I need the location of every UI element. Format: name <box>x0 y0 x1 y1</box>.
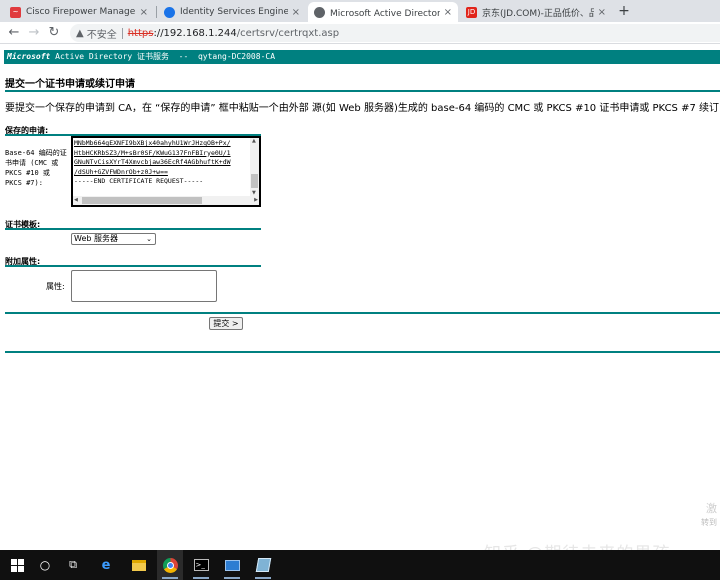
edge-icon: e <box>101 557 111 573</box>
taskbar-edge[interactable]: e <box>93 550 119 580</box>
intro-text: 要提交一个保存的申请到 CA，在 “保存的申请” 框中粘贴一个由外部 源(如 W… <box>5 103 720 114</box>
divider <box>5 228 261 230</box>
scrollbar-thumb[interactable] <box>82 197 202 204</box>
page-title: 提交一个证书申请或续订申请 <box>5 79 135 90</box>
task-view-icon: ⧉ <box>69 558 77 571</box>
scrollbar-thumb[interactable] <box>251 174 258 188</box>
tab-separator <box>156 6 157 18</box>
windows-icon <box>10 558 24 572</box>
start-button[interactable] <box>4 550 30 580</box>
jd-icon: JD <box>466 6 477 18</box>
taskbar-notepad[interactable] <box>250 550 276 580</box>
template-select[interactable]: Web 服务器 ⌄ <box>71 233 156 245</box>
taskbar-terminal[interactable]: >_ <box>188 550 214 580</box>
url-path: /certsrv/certrqxt.asp <box>236 27 340 39</box>
scroll-up-icon[interactable]: ▲ <box>252 138 256 144</box>
tab-label: Microsoft Active Directory 证书 <box>330 8 440 19</box>
back-button[interactable]: ← <box>6 25 22 41</box>
divider <box>5 265 261 267</box>
taskbar-remote-desktop[interactable] <box>219 550 245 580</box>
csr-text: MNbMb664gEXNFI9bXBjx40ahyhU1WrJHzqOB+Px/… <box>74 139 250 187</box>
chrome-icon <box>162 557 178 573</box>
tab-jd[interactable]: JD 京东(JD.COM)-正品低价、品质保障 × <box>460 2 612 22</box>
insecure-label: 不安全 <box>86 29 117 41</box>
attributes-field-label: 属性: <box>46 282 65 291</box>
submit-button[interactable]: 提交 > <box>209 317 243 330</box>
banner-brand: Microsoft <box>7 52 51 61</box>
cisco-icon: ~ <box>10 6 21 18</box>
scroll-left-icon[interactable]: ◀ <box>74 197 78 203</box>
scroll-right-icon[interactable]: ▶ <box>254 197 258 203</box>
close-icon[interactable]: × <box>140 7 148 18</box>
page-content: Microsoft Active Directory 证书服务 -- qytan… <box>0 45 720 550</box>
address-bar[interactable]: ▲ 不安全 https ://192.168.1.244 /certsrv/ce… <box>70 24 720 42</box>
banner-text: Active Directory 证书服务 -- qytang-DC2008-C… <box>50 52 276 61</box>
close-icon[interactable]: × <box>292 7 300 18</box>
attributes-textarea[interactable] <box>71 270 217 302</box>
chevron-down-icon: ⌄ <box>146 235 152 243</box>
tab-cisco-firepower[interactable]: ~ Cisco Firepower Management × <box>4 2 154 22</box>
task-view-button[interactable]: ⧉ <box>60 550 86 580</box>
file-explorer-icon <box>132 559 146 571</box>
browser-tab-strip: ~ Cisco Firepower Management × Identity … <box>0 0 720 22</box>
divider <box>5 351 720 353</box>
watermark: 知乎 @期待未来的男孩 <box>484 539 670 550</box>
search-icon: ○ <box>39 558 51 572</box>
csr-line: /dSUh+GZVFWDnrOb+z0J+w== <box>74 167 168 176</box>
close-icon[interactable]: × <box>444 7 452 18</box>
tab-identity-services[interactable]: Identity Services Engine × <box>158 2 306 22</box>
activation-subtext: 转到 <box>701 518 717 527</box>
globe-icon <box>164 6 175 18</box>
forward-button[interactable]: → <box>26 25 42 41</box>
taskbar: ○ ⧉ e >_ <box>0 550 720 580</box>
arrow-left-icon: ← <box>8 25 20 40</box>
saved-request-field-label: Base-64 编码的证书申请 (CMC 或 PKCS #10 或 PKCS #… <box>5 149 67 187</box>
reload-icon: ↻ <box>48 25 60 40</box>
new-tab-button[interactable]: + <box>616 3 632 19</box>
csr-line: -----END CERTIFICATE REQUEST----- <box>74 177 204 185</box>
warning-icon: ▲ <box>76 27 84 39</box>
taskbar-file-explorer[interactable] <box>126 550 152 580</box>
reload-button[interactable]: ↻ <box>46 25 62 41</box>
tab-label: Identity Services Engine <box>180 7 288 17</box>
activation-text: 激 <box>706 502 717 515</box>
divider <box>5 312 720 314</box>
url-host: ://192.168.1.244 <box>153 27 237 39</box>
arrow-right-icon: → <box>28 25 40 40</box>
vertical-scrollbar[interactable]: ▲ ▼ <box>250 138 259 196</box>
ms-banner: Microsoft Active Directory 证书服务 -- qytan… <box>4 50 720 64</box>
saved-request-textarea[interactable]: MNbMb664gEXNFI9bXBjx40ahyhU1WrJHzqOB+Px/… <box>71 136 261 207</box>
taskbar-chrome[interactable] <box>157 550 183 580</box>
divider <box>121 27 123 39</box>
tab-label: 京东(JD.COM)-正品低价、品质保障 <box>482 8 594 19</box>
remote-desktop-icon <box>224 559 240 571</box>
template-selected-value: Web 服务器 <box>74 234 118 243</box>
globe-icon <box>314 6 325 18</box>
csr-line: GNuNTvCisXYrT4Xmvcbjaw36EcRf4AGbhuftK+dW <box>74 158 231 166</box>
terminal-icon: >_ <box>193 559 209 571</box>
url-scheme: https <box>127 27 154 39</box>
csr-line: HtbHCKRbSZ3/M+sBr0SF/KWuG137FnFBIrye0U/1 <box>74 148 231 157</box>
close-icon[interactable]: × <box>598 7 606 18</box>
tab-label: Cisco Firepower Management <box>26 7 136 17</box>
csr-line: MNbMb664gEXNFI9bXBjx40ahyhU1WrJHzqOB+Px/ <box>74 139 231 147</box>
divider <box>5 90 720 92</box>
notepad-icon <box>255 558 271 572</box>
browser-toolbar: ← → ↻ ▲ 不安全 https ://192.168.1.244 /cert… <box>0 22 720 44</box>
tab-ms-active-directory[interactable]: Microsoft Active Directory 证书 × <box>308 2 458 22</box>
search-button[interactable]: ○ <box>32 550 58 580</box>
horizontal-scrollbar[interactable]: ◀ ▶ <box>73 196 259 205</box>
